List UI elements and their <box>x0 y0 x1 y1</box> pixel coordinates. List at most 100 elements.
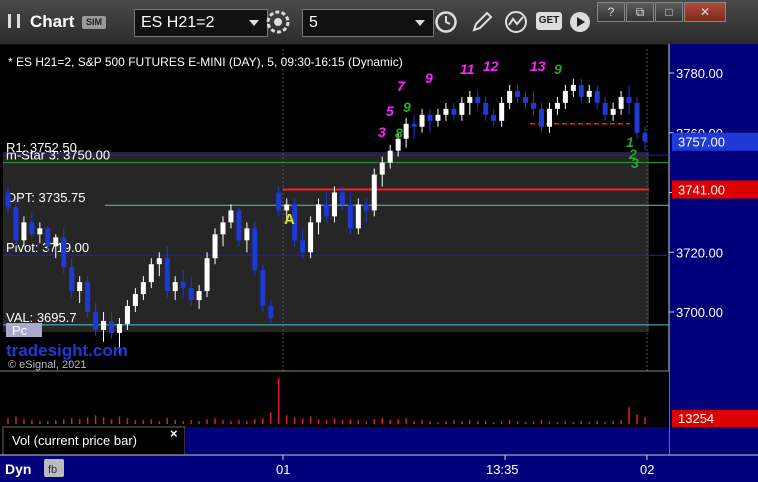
candle-body-45 <box>363 204 369 211</box>
watermark-copyright: © eSignal, 2021 <box>8 359 86 371</box>
symbol-dropdown[interactable]: ES H21=2 <box>134 9 268 37</box>
candle-body-78 <box>626 96 632 103</box>
candle-body-54 <box>435 114 441 121</box>
marker-a: A <box>284 211 295 228</box>
candle-body-41 <box>331 192 337 217</box>
interval-dropdown[interactable]: 5 <box>302 9 434 37</box>
shaded-range <box>3 152 649 332</box>
candle-body-21 <box>172 282 178 292</box>
candle-body-57 <box>459 102 465 115</box>
candle-body-31 <box>252 228 258 271</box>
candle-body-46 <box>371 174 377 211</box>
td-count-6: 3 <box>378 124 386 140</box>
candle-body-62 <box>499 102 505 121</box>
chevron-down-icon <box>415 20 425 26</box>
red-level-value: 3741.00 <box>678 183 725 198</box>
candle-body-22 <box>180 282 186 289</box>
chevron-down-icon <box>249 20 259 26</box>
link-gear-icon[interactable] <box>266 10 290 34</box>
candle-body-15 <box>124 306 130 324</box>
candle-body-30 <box>244 228 250 241</box>
pencil-icon[interactable] <box>470 10 494 34</box>
restore-button[interactable]: ⧉ <box>626 2 654 22</box>
chart-header: * ES H21=2, S&P 500 FUTURES E-MINI (DAY)… <box>8 55 403 69</box>
clock-icon[interactable] <box>434 10 458 34</box>
candle-body-64 <box>515 90 521 97</box>
candle-body-71 <box>570 84 576 91</box>
candle-body-76 <box>610 108 616 115</box>
candle-body-73 <box>586 90 592 97</box>
candle-body-35 <box>284 204 290 211</box>
td-count-8: 8 <box>395 125 403 141</box>
restore-icon: ⧉ <box>635 5 645 19</box>
candle-body-3 <box>29 222 35 235</box>
link-window-button[interactable]: ? <box>597 2 625 22</box>
lock-icon: fb <box>48 464 57 476</box>
window-title: Chart <box>30 12 75 31</box>
candle-body-39 <box>316 204 322 223</box>
candle-body-1 <box>13 207 19 241</box>
candle-body-68 <box>546 108 552 127</box>
td-count-0: 7 <box>397 78 406 94</box>
candle-body-16 <box>132 294 138 307</box>
volume-close-icon[interactable]: × <box>170 426 178 441</box>
candle-body-43 <box>347 204 353 229</box>
volume-label: Vol (current price bar) <box>12 433 137 448</box>
td-count-3: 12 <box>483 58 499 74</box>
level-label-1: m-Star 3: 3750.00 <box>6 148 110 163</box>
td-count-7: 9 <box>403 99 411 115</box>
time-label-02: 02 <box>640 462 654 477</box>
get-data-button[interactable]: GET <box>536 12 562 30</box>
play-icon[interactable] <box>568 10 592 34</box>
candle-body-28 <box>228 210 234 223</box>
watermark-brand: tradesight.com <box>6 341 128 360</box>
candle-body-13 <box>109 320 115 333</box>
price-chart[interactable]: R1: 3752.50m-Star 3: 3750.00OPT: 3735.75… <box>0 44 758 482</box>
candle-body-55 <box>443 108 449 115</box>
td-count-12: 9 <box>554 61 562 77</box>
candle-body-56 <box>451 108 457 115</box>
maximize-button[interactable]: □ <box>655 2 683 22</box>
price-tick-label-3: 3720.00 <box>676 245 723 260</box>
candle-body-77 <box>618 96 624 109</box>
candle-body-12 <box>101 320 107 330</box>
td-count-1: 9 <box>425 70 433 86</box>
time-label-1335: 13:35 <box>486 462 519 477</box>
status-dyn[interactable]: Dyn <box>5 461 31 477</box>
symbol-value: ES H21=2 <box>141 14 215 31</box>
price-tick-label-0: 3780.00 <box>676 66 723 81</box>
td-count-11: 3 <box>631 155 639 171</box>
candle-body-65 <box>523 96 529 103</box>
pc-label: Pc <box>12 323 28 338</box>
candle-body-51 <box>411 123 417 127</box>
candle-body-25 <box>204 258 210 292</box>
candle-body-38 <box>308 222 314 253</box>
candle-body-20 <box>164 258 170 292</box>
time-label-01: 01 <box>276 462 290 477</box>
candle-body-11 <box>93 312 99 330</box>
candle-body-59 <box>475 96 481 103</box>
candle-body-42 <box>339 192 345 205</box>
study-icon[interactable] <box>504 10 528 34</box>
volume-current-value: 13254 <box>678 411 714 426</box>
candle-body-7 <box>61 237 67 268</box>
candle-body-37 <box>300 240 306 253</box>
toolbar: Chart SIM ES H21=2 5 GET ? ⧉ □ ✕ <box>0 0 758 45</box>
candle-body-75 <box>602 102 608 115</box>
question-icon: ? <box>607 5 615 19</box>
candle-body-72 <box>578 84 584 97</box>
candle-body-8 <box>69 267 75 292</box>
close-button[interactable]: ✕ <box>684 2 726 22</box>
candle-body-53 <box>427 114 433 121</box>
candle-body-33 <box>268 306 274 318</box>
maximize-icon: □ <box>665 5 673 19</box>
candle-body-0 <box>5 192 11 208</box>
current-price-value: 3757.00 <box>678 135 725 150</box>
candle-body-4 <box>37 228 43 235</box>
candle-body-34 <box>276 192 282 211</box>
td-count-4: 13 <box>530 58 546 74</box>
volume-blue-area <box>185 427 669 455</box>
grip-icon[interactable] <box>8 14 20 28</box>
candle-body-69 <box>554 102 560 109</box>
close-icon: ✕ <box>699 5 711 19</box>
